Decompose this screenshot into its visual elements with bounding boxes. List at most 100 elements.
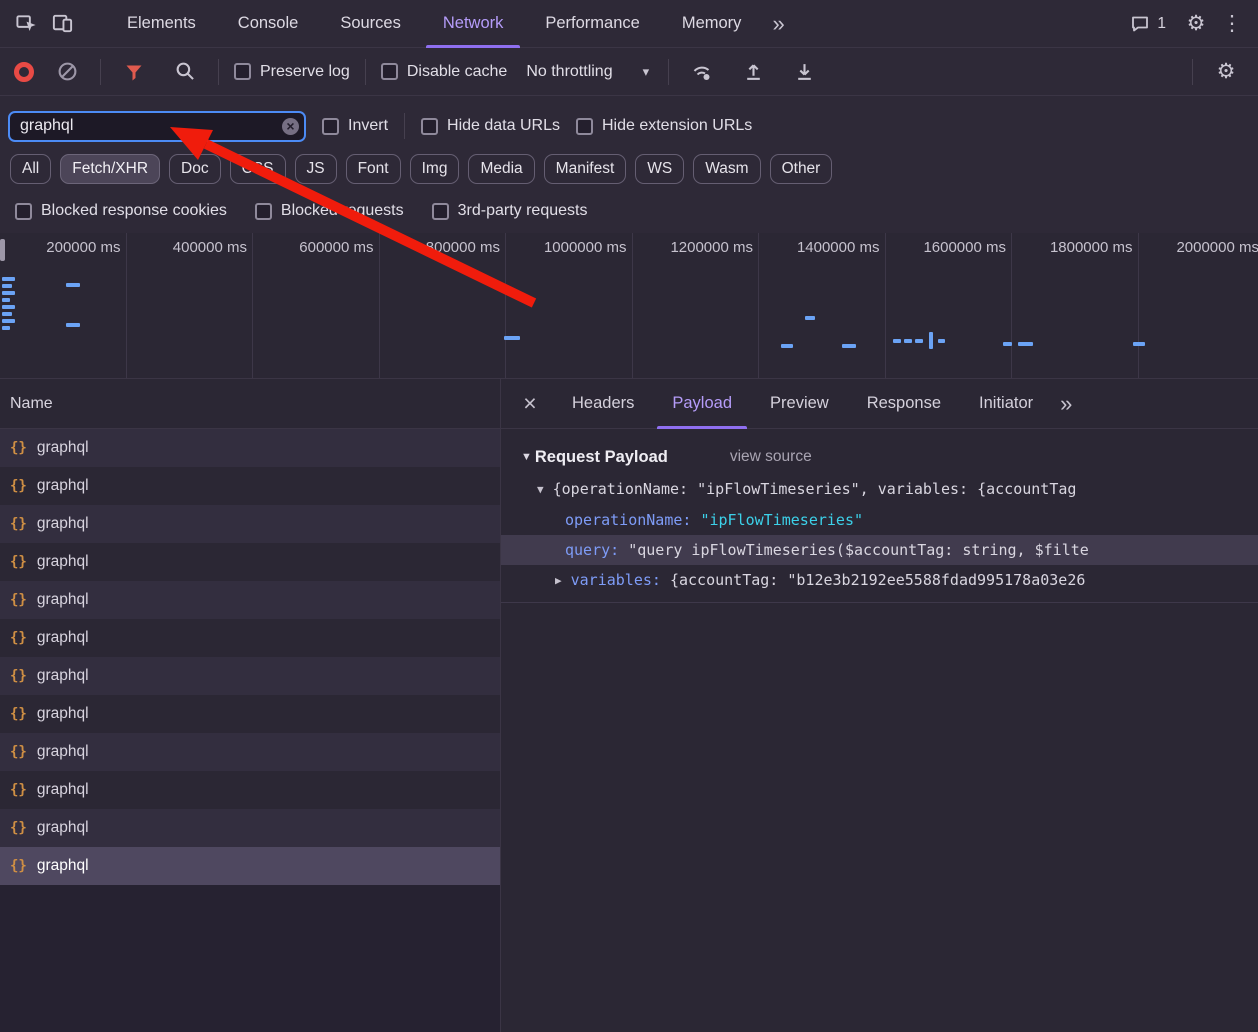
type-filter-img[interactable]: Img	[410, 154, 460, 184]
import-har-icon[interactable]	[735, 54, 771, 90]
hide-extension-urls-checkbox[interactable]: Hide extension URLs	[576, 117, 752, 135]
request-row[interactable]: {}graphql	[0, 733, 500, 771]
collapse-triangle-icon[interactable]: ▼	[521, 451, 532, 463]
request-row[interactable]: {}graphql	[0, 619, 500, 657]
timeline-tick-cell: 600000 ms	[253, 233, 380, 378]
type-filter-js[interactable]: JS	[295, 154, 337, 184]
blocked-requests-checkbox[interactable]: Blocked requests	[255, 202, 404, 220]
inspect-element-icon[interactable]	[8, 6, 44, 42]
tab-console[interactable]: Console	[217, 0, 320, 48]
request-row[interactable]: {}graphql	[0, 429, 500, 467]
waterfall-bar	[504, 336, 520, 340]
network-main-area: Name {}graphql{}graphql{}graphql{}graphq…	[0, 379, 1258, 1032]
type-filter-media[interactable]: Media	[468, 154, 534, 184]
collapse-triangle-icon[interactable]: ▼	[537, 483, 544, 496]
request-row[interactable]: {}graphql	[0, 543, 500, 581]
json-braces-icon: {}	[10, 706, 27, 722]
toolbar-divider	[404, 113, 405, 139]
type-filter-doc[interactable]: Doc	[169, 154, 221, 184]
export-har-icon[interactable]	[786, 54, 822, 90]
waterfall-bar	[2, 298, 10, 302]
devtools-tabbar: ElementsConsoleSourcesNetworkPerformance…	[0, 0, 1258, 48]
request-row[interactable]: {}graphql	[0, 657, 500, 695]
request-row[interactable]: {}graphql	[0, 771, 500, 809]
requests-list: {}graphql{}graphql{}graphql{}graphql{}gr…	[0, 429, 500, 885]
tab-elements[interactable]: Elements	[106, 0, 217, 48]
type-filter-manifest[interactable]: Manifest	[544, 154, 627, 184]
detail-tab-headers[interactable]: Headers	[553, 379, 653, 429]
filter-row: × Invert Hide data URLs Hide extension U…	[0, 103, 1258, 149]
payload-root-line[interactable]: ▼ {operationName: "ipFlowTimeseries", va…	[501, 473, 1258, 505]
request-name: graphql	[37, 857, 89, 875]
tab-memory[interactable]: Memory	[661, 0, 763, 48]
waterfall-bar	[2, 277, 15, 281]
hide-data-urls-label: Hide data URLs	[447, 117, 560, 135]
request-row[interactable]: {}graphql	[0, 505, 500, 543]
type-filter-wasm[interactable]: Wasm	[693, 154, 760, 184]
disable-cache-checkbox[interactable]: Disable cache	[381, 63, 508, 81]
console-messages-badge[interactable]: 1	[1130, 14, 1166, 34]
tab-sources[interactable]: Sources	[319, 0, 422, 48]
type-filter-css[interactable]: CSS	[230, 154, 286, 184]
invert-checkbox[interactable]: Invert	[322, 117, 388, 135]
network-toolbar: Preserve log Disable cache No throttling…	[0, 48, 1258, 96]
waterfall-bar	[66, 283, 80, 287]
type-filter-font[interactable]: Font	[346, 154, 401, 184]
throttling-select[interactable]: No throttling ▾	[522, 59, 653, 85]
type-filter-fetch-xhr[interactable]: Fetch/XHR	[60, 154, 160, 184]
request-row[interactable]: {}graphql	[0, 467, 500, 505]
clear-filter-icon[interactable]: ×	[282, 118, 299, 135]
third-party-requests-checkbox[interactable]: 3rd-party requests	[432, 202, 588, 220]
expand-triangle-icon[interactable]: ▶	[555, 574, 562, 587]
network-settings-gear-icon[interactable]: ⚙	[1208, 54, 1244, 90]
network-conditions-icon[interactable]	[684, 54, 720, 90]
clear-network-log-icon[interactable]	[49, 54, 85, 90]
more-detail-tabs-icon[interactable]: »	[1060, 391, 1072, 417]
request-row[interactable]: {}graphql	[0, 581, 500, 619]
timeline-tick-cell: 1200000 ms	[633, 233, 760, 378]
tab-performance[interactable]: Performance	[524, 0, 660, 48]
payload-property-row-selected[interactable]: query: "query ipFlowTimeseries($accountT…	[501, 535, 1258, 565]
blocked-response-cookies-checkbox[interactable]: Blocked response cookies	[15, 202, 227, 220]
timeline-tick-label: 600000 ms	[299, 233, 378, 378]
device-toolbar-icon[interactable]	[44, 6, 80, 42]
close-icon[interactable]: ×	[513, 387, 547, 421]
type-filter-other[interactable]: Other	[770, 154, 833, 184]
request-row[interactable]: {}graphql	[0, 809, 500, 847]
detail-tab-initiator[interactable]: Initiator	[960, 379, 1052, 429]
timeline-tick-cell: 800000 ms	[380, 233, 507, 378]
more-tabs-icon[interactable]: »	[762, 13, 794, 35]
view-source-link[interactable]: view source	[730, 448, 812, 466]
filter-icon[interactable]	[116, 54, 152, 90]
name-column-header[interactable]: Name	[0, 379, 500, 429]
tab-network[interactable]: Network	[422, 0, 525, 48]
blocked-response-cookies-label: Blocked response cookies	[41, 202, 227, 220]
hide-data-urls-checkbox[interactable]: Hide data URLs	[421, 117, 560, 135]
request-name: graphql	[37, 591, 89, 609]
search-icon[interactable]	[167, 54, 203, 90]
invert-label: Invert	[348, 117, 388, 135]
json-braces-icon: {}	[10, 478, 27, 494]
network-overview-timeline[interactable]: 200000 ms400000 ms600000 ms800000 ms1000…	[0, 233, 1258, 379]
payload-property-row[interactable]: operationName: "ipFlowTimeseries"	[501, 505, 1258, 535]
filter-input[interactable]	[8, 111, 306, 142]
waterfall-bar	[1018, 342, 1033, 346]
record-button[interactable]	[14, 62, 34, 82]
waterfall-bar	[2, 312, 12, 316]
request-row[interactable]: {}graphql	[0, 695, 500, 733]
detail-tab-response[interactable]: Response	[848, 379, 960, 429]
request-row[interactable]: {}graphql	[0, 847, 500, 885]
waterfall-bar	[904, 339, 912, 343]
detail-tab-preview[interactable]: Preview	[751, 379, 848, 429]
overflow-menu-icon[interactable]: ⋮	[1214, 6, 1250, 42]
timeline-drag-handle[interactable]	[0, 239, 5, 261]
type-filter-ws[interactable]: WS	[635, 154, 684, 184]
type-filter-all[interactable]: All	[10, 154, 51, 184]
payload-property-row[interactable]: ▶ variables: {accountTag: "b12e3b2192ee5…	[501, 565, 1258, 595]
settings-gear-icon[interactable]: ⚙	[1178, 6, 1214, 42]
checkbox-box	[15, 203, 32, 220]
waterfall-bar	[2, 291, 15, 295]
preserve-log-checkbox[interactable]: Preserve log	[234, 63, 350, 81]
detail-tab-payload[interactable]: Payload	[653, 379, 751, 429]
checkbox-box	[381, 63, 398, 80]
